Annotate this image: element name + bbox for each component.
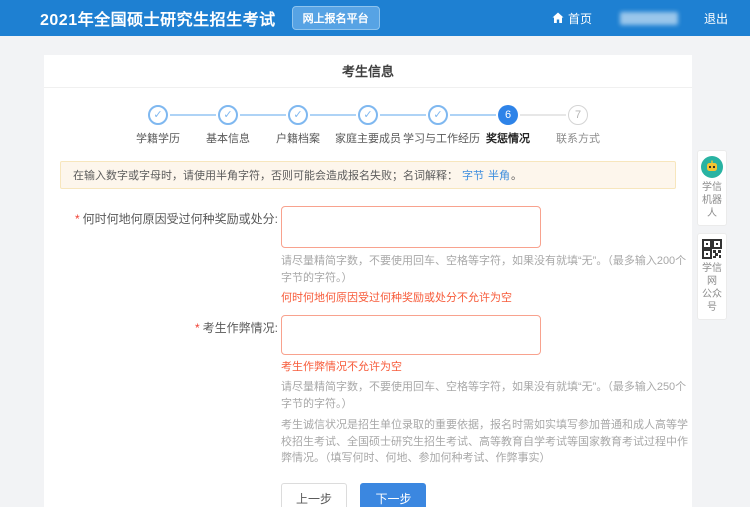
check-icon: ✓ — [358, 105, 378, 125]
step-rewards-punishments: 6 奖惩情况 — [473, 105, 543, 146]
step-indicator: ✓ 学籍学历 ✓ 基本信息 ✓ 户籍档案 ✓ 家庭主要成员 ✓ 学习与工作经历 … — [44, 88, 692, 146]
reward-punishment-textarea[interactable] — [281, 206, 541, 248]
chsi-wechat-qrcode-widget[interactable]: 学信网 公众号 — [697, 233, 727, 320]
chsi-robot-widget[interactable]: 学信 机器人 — [697, 150, 727, 226]
username-redacted — [620, 12, 678, 25]
check-icon: ✓ — [148, 105, 168, 125]
main-area: 考生信息 ✓ 学籍学历 ✓ 基本信息 ✓ 户籍档案 ✓ 家庭主要成员 ✓ 学习与… — [0, 36, 750, 507]
cheating-record-label: *考生作弊情况: — [44, 315, 278, 467]
page-title: 考生信息 — [44, 55, 692, 88]
step-study-work-experience: ✓ 学习与工作经历 — [403, 105, 473, 146]
cheating-record-textarea[interactable] — [281, 315, 541, 355]
link-byte[interactable]: 字节 — [462, 170, 484, 182]
step-basic-info: ✓ 基本信息 — [193, 105, 263, 146]
nav-home[interactable]: 首页 — [552, 10, 592, 27]
nav-logout[interactable]: 退出 — [704, 10, 728, 27]
required-asterisk: * — [195, 321, 200, 335]
step-household-file: ✓ 户籍档案 — [263, 105, 333, 146]
home-icon — [552, 12, 564, 24]
floating-widgets: 学信 机器人 学信网 公众号 — [697, 150, 727, 327]
required-asterisk: * — [75, 212, 80, 226]
qrcode-label-line2: 公众号 — [702, 289, 722, 313]
cheating-record-hint2: 考生诚信状况是招生单位录取的重要依据，报名时需如实填写参加普通和成人高等学校招生… — [281, 417, 692, 467]
qrcode-icon — [702, 239, 722, 259]
candidate-info-card: 考生信息 ✓ 学籍学历 ✓ 基本信息 ✓ 户籍档案 ✓ 家庭主要成员 ✓ 学习与… — [44, 55, 692, 507]
robot-avatar-icon — [701, 156, 723, 178]
cheating-record-error: 考生作弊情况不允许为空 — [281, 358, 692, 374]
link-halfwidth[interactable]: 半角 — [488, 170, 510, 182]
step-education-record: ✓ 学籍学历 — [123, 105, 193, 146]
reward-punishment-error: 何时何地何原因受过何种奖励或处分不允许为空 — [281, 289, 692, 305]
check-icon: ✓ — [218, 105, 238, 125]
cheating-record-hint1: 请尽量精简字数，不要使用回车、空格等字符，如果没有就填“无”。（最多输入250个… — [281, 379, 692, 412]
reward-punishment-hint: 请尽量精简字数，不要使用回车、空格等字符，如果没有就填“无”。（最多输入200个… — [281, 253, 692, 286]
step-contact-info: 7 联系方式 — [543, 105, 613, 146]
step-number: 6 — [498, 105, 518, 125]
next-step-button[interactable]: 下一步 — [360, 483, 426, 507]
notice-bar: 在输入数字或字母时，请使用半角字符，否则可能会造成报名失败；名词解释： 字节半角。 — [60, 161, 676, 189]
notice-suffix: 。 — [511, 170, 522, 182]
step-family-members: ✓ 家庭主要成员 — [333, 105, 403, 146]
step-number: 7 — [568, 105, 588, 125]
app-title: 2021年全国硕士研究生招生考试 — [40, 6, 276, 30]
nav-home-label: 首页 — [568, 10, 592, 27]
robot-label-line1: 学信 — [702, 182, 722, 193]
top-header: 2021年全国硕士研究生招生考试 网上报名平台 首页 退出 — [0, 0, 750, 36]
reward-punishment-label: *何时何地何原因受过何种奖励或处分: — [44, 206, 278, 305]
notice-text: 在输入数字或字母时，请使用半角字符，否则可能会造成报名失败；名词解释： — [73, 170, 458, 182]
qrcode-label-line1: 学信网 — [702, 263, 722, 287]
robot-label-line2: 机器人 — [702, 195, 722, 219]
check-icon: ✓ — [288, 105, 308, 125]
platform-badge: 网上报名平台 — [292, 6, 380, 30]
check-icon: ✓ — [428, 105, 448, 125]
prev-step-button[interactable]: 上一步 — [281, 483, 347, 507]
